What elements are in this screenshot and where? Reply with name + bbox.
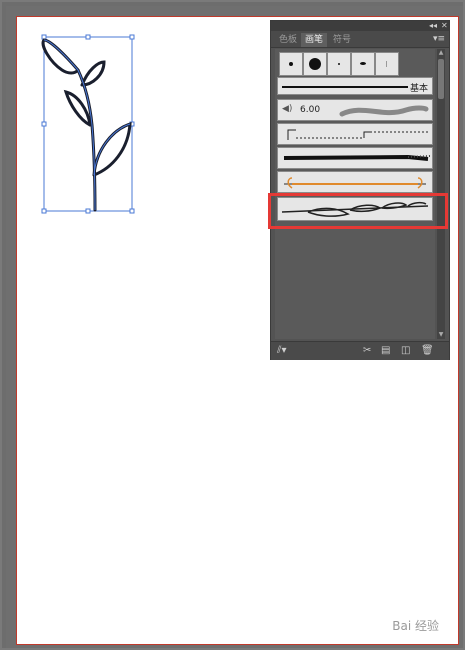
panel-bottom-bar: ⫽▾ ✂ ▤ ◫ 🗑: [271, 341, 449, 360]
brushes-panel: ◂◂ ✕ 色板 画笔 符号 ▾≡ 基本 ◀) 6.00 ▲ ▼ ⫽▾ ✂ ▤ ◫…: [270, 20, 450, 360]
leaf-upper-right: [80, 60, 106, 87]
leaf-lower-right: [92, 121, 132, 177]
handle-bottom-center: [85, 208, 91, 214]
collapse-icon[interactable]: ◂◂: [429, 21, 437, 31]
handle-top-right: [129, 34, 135, 40]
art-brush-row[interactable]: ◀) 6.00: [277, 99, 433, 121]
pattern-brush-row-rough[interactable]: [277, 147, 433, 169]
handle-top-center: [85, 34, 91, 40]
pattern-brush-row-arrow[interactable]: [277, 171, 433, 193]
smooth-stroke-preview: [339, 105, 429, 117]
close-icon[interactable]: ✕: [441, 21, 448, 31]
panel-titlebar: ◂◂ ✕: [271, 21, 449, 31]
options-icon[interactable]: ▤: [381, 345, 390, 357]
brush-dot-large[interactable]: [303, 52, 327, 76]
scroll-down-icon[interactable]: ▼: [437, 331, 445, 339]
remove-stroke-icon[interactable]: ✂: [363, 345, 371, 357]
basic-brush-row[interactable]: 基本: [277, 77, 433, 95]
panel-menu-icon[interactable]: ▾≡: [433, 33, 445, 45]
handle-bottom-left: [41, 208, 47, 214]
brush-thin-line[interactable]: [375, 52, 399, 76]
leaf-top: [41, 38, 80, 75]
arrow-stroke-preview: [284, 177, 426, 189]
watermark: Bai 经验: [392, 619, 439, 633]
dashed-pattern-preview: [287, 129, 428, 140]
rough-stroke-preview: [283, 154, 431, 161]
stem: [76, 68, 97, 212]
handle-bottom-right: [129, 208, 135, 214]
handle-mid-left: [41, 121, 47, 127]
handle-top-left: [41, 34, 47, 40]
tab-symbols[interactable]: 符号: [329, 33, 355, 47]
tab-brushes[interactable]: 画笔: [301, 33, 328, 47]
brush-oval[interactable]: [351, 52, 375, 76]
calligraphic-brush-row: [277, 51, 433, 76]
scroll-up-icon[interactable]: ▲: [437, 49, 445, 57]
highlight-box: [268, 193, 448, 229]
tab-swatches[interactable]: 色板: [275, 33, 301, 47]
speaker-icon: ◀): [282, 104, 293, 114]
panel-tabs: 色板 画笔 符号 ▾≡: [271, 31, 449, 48]
scroll-thumb[interactable]: [438, 59, 444, 99]
basic-brush-label: 基本: [409, 84, 428, 94]
pattern-brush-row-dashed[interactable]: [277, 123, 433, 145]
brush-library-icon[interactable]: ⫽▾: [277, 345, 286, 357]
brush-size-value: 6.00: [300, 105, 321, 115]
delete-icon[interactable]: 🗑: [421, 345, 434, 357]
brush-dot-small[interactable]: [279, 52, 303, 76]
new-brush-icon[interactable]: ◫: [401, 345, 410, 357]
brush-dot-tiny[interactable]: [327, 52, 351, 76]
